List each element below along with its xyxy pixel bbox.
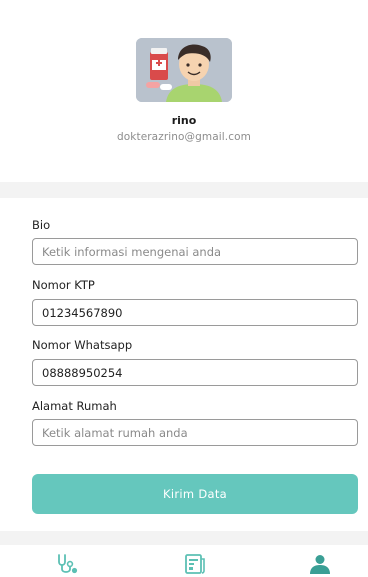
- whatsapp-label: Nomor Whatsapp: [32, 338, 133, 352]
- profile-email: dokterazrino@gmail.com: [117, 131, 251, 143]
- bottom-navigation: [0, 545, 368, 577]
- profile-screen: rino dokterazrino@gmail.com Bio Nomor KT…: [0, 0, 368, 577]
- stethoscope-icon: [58, 554, 78, 574]
- person-icon: [310, 555, 330, 574]
- profile-name: rino: [171, 114, 197, 127]
- section-divider: [0, 182, 368, 198]
- address-input[interactable]: [32, 419, 358, 446]
- nav-item-doctor[interactable]: [56, 553, 80, 575]
- doctor-avatar-icon: [136, 38, 232, 102]
- nav-divider: [0, 531, 368, 545]
- profile-header: rino dokterazrino@gmail.com: [0, 38, 368, 143]
- submit-button[interactable]: Kirim Data: [32, 474, 358, 514]
- whatsapp-input[interactable]: [32, 359, 358, 386]
- nav-item-records[interactable]: [183, 553, 207, 575]
- document-icon: [185, 554, 205, 574]
- ktp-input[interactable]: [32, 299, 358, 326]
- avatar[interactable]: [136, 38, 232, 102]
- address-label: Alamat Rumah: [32, 399, 117, 413]
- nav-item-profile[interactable]: [308, 553, 332, 575]
- bio-input[interactable]: [32, 238, 358, 265]
- bio-label: Bio: [32, 218, 51, 232]
- ktp-label: Nomor KTP: [32, 278, 95, 292]
